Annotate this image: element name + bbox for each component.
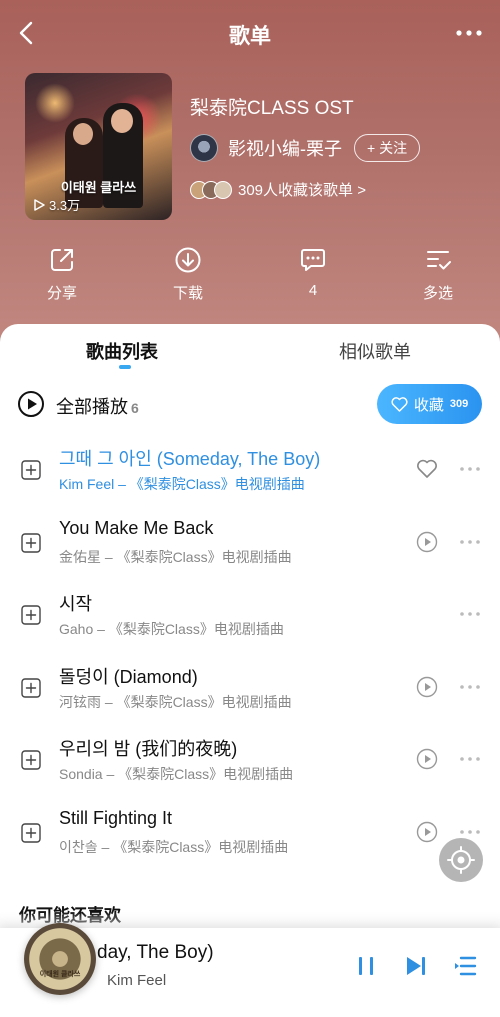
next-track-icon[interactable] — [404, 954, 428, 978]
song-subtitle: 河铉雨 – 《梨泰院Class》电视剧插曲 — [59, 693, 292, 710]
action-bar: 分享 下载 4 多选 — [0, 246, 500, 316]
play-count-value: 3.3万 — [49, 198, 81, 213]
mini-player[interactable]: 이태원 클라쓰 day, The Boy) Kim Feel — [0, 923, 500, 1017]
now-playing-artist: Kim Feel — [107, 972, 167, 989]
mv-play-icon[interactable] — [416, 531, 438, 553]
tab-similar-playlists[interactable]: 相似歌单 — [339, 338, 411, 364]
comment-count: 4 — [308, 282, 318, 299]
add-to-list-icon[interactable] — [21, 532, 41, 553]
collector-avatars — [190, 180, 232, 199]
now-playing-disc[interactable]: 이태원 클라쓰 — [24, 923, 96, 995]
add-to-list-icon[interactable] — [21, 678, 41, 698]
song-row[interactable]: 그때 그 아인 (Someday, The Boy) Kim Feel – 《梨泰… — [0, 434, 500, 498]
play-triangle-icon — [34, 198, 45, 211]
comment-button[interactable]: 4 — [273, 246, 353, 299]
heart-icon[interactable] — [416, 458, 438, 480]
add-to-list-icon[interactable] — [21, 605, 41, 625]
song-more-icon[interactable] — [458, 683, 482, 691]
song-count: 6 — [131, 400, 139, 416]
collectors-text: 309人收藏该歌单 > — [238, 182, 366, 199]
follow-button[interactable]: + 关注 — [354, 134, 421, 162]
heart-outline-icon — [391, 396, 408, 412]
song-row[interactable]: You Make Me Back 金佑星 – 《梨泰院Class》电视剧插曲 — [0, 507, 500, 571]
comment-icon — [301, 249, 325, 271]
creator-name[interactable]: 影视小编-栗子 — [228, 135, 342, 161]
add-to-list-icon[interactable] — [21, 460, 41, 480]
playlist-queue-icon[interactable] — [454, 954, 478, 978]
share-button[interactable]: 分享 — [22, 246, 102, 303]
play-all-row: 全部播放 6 收藏 309 — [0, 384, 500, 424]
multi-select-icon — [427, 251, 451, 270]
song-title: You Make Me Back — [59, 517, 214, 538]
collect-count: 309 — [449, 398, 469, 410]
song-row[interactable]: 돌덩이 (Diamond) 河铉雨 – 《梨泰院Class》电视剧插曲 — [0, 652, 500, 716]
song-more-icon[interactable] — [458, 538, 482, 546]
tab-song-list[interactable]: 歌曲列表 — [86, 338, 158, 364]
song-subtitle: Gaho – 《梨泰院Class》电视剧插曲 — [59, 621, 284, 638]
song-subtitle: Sondia – 《梨泰院Class》电视剧插曲 — [59, 766, 294, 783]
share-label: 分享 — [46, 285, 77, 302]
download-icon — [175, 247, 201, 273]
play-all-label: 全部播放 — [56, 397, 128, 417]
mv-play-icon[interactable] — [416, 676, 438, 698]
creator-avatar[interactable] — [190, 134, 218, 162]
mv-play-icon[interactable] — [416, 748, 438, 770]
playlist-cover[interactable]: 이태원 클라쓰 3.3万 — [25, 73, 172, 220]
now-playing-title: day, The Boy) — [97, 942, 214, 963]
play-all-button[interactable]: 全部播放 6 — [56, 393, 139, 419]
song-title: 돌덩이 (Diamond) — [59, 666, 198, 687]
collectors-row[interactable]: 309人收藏该歌单 > — [190, 179, 366, 200]
song-title: 그때 그 아인 (Someday, The Boy) — [59, 449, 321, 469]
tab-indicator — [119, 365, 131, 369]
song-row[interactable]: Still Fighting It 이찬솔 – 《梨泰院Class》电视剧插曲 — [0, 797, 500, 861]
song-more-icon[interactable] — [458, 755, 482, 763]
top-bar: 歌单 — [0, 0, 500, 70]
song-more-icon[interactable] — [458, 610, 482, 618]
cover-light — [35, 83, 75, 123]
disc-label: 이태원 클라쓰 — [39, 971, 81, 978]
download-button[interactable]: 下载 — [148, 246, 228, 303]
creator-row: 影视小编-栗子 + 关注 — [190, 134, 421, 162]
collector-avatar — [214, 180, 232, 199]
collect-button[interactable]: 收藏 309 — [377, 384, 482, 424]
page-title: 歌单 — [229, 25, 271, 48]
play-count: 3.3万 — [33, 195, 80, 214]
add-to-list-icon[interactable] — [21, 823, 41, 843]
add-to-list-icon[interactable] — [21, 750, 41, 771]
play-all-icon[interactable] — [17, 390, 45, 418]
song-title: 시작 — [59, 594, 93, 615]
cover-face — [111, 109, 133, 133]
song-title: 우리의 밤 (我们的夜晚) — [59, 739, 238, 760]
download-label: 下载 — [172, 285, 203, 302]
cover-face — [73, 123, 93, 145]
multi-select-button[interactable]: 多选 — [398, 246, 478, 303]
song-subtitle: 이찬솔 – 《梨泰院Class》电视剧插曲 — [59, 839, 289, 855]
song-title: Still Fighting It — [59, 808, 173, 828]
song-more-icon[interactable] — [458, 465, 482, 473]
back-arrow-icon[interactable] — [14, 20, 40, 46]
multi-select-label: 多选 — [422, 285, 453, 302]
song-more-icon[interactable] — [458, 828, 482, 836]
collect-label: 收藏 — [413, 396, 444, 414]
locate-current-song-button[interactable] — [439, 838, 483, 882]
pause-icon[interactable] — [354, 954, 378, 978]
share-icon — [51, 249, 73, 271]
song-row[interactable]: 시작 Gaho – 《梨泰院Class》电视剧插曲 — [0, 579, 500, 643]
mv-play-icon[interactable] — [416, 821, 438, 843]
more-options-icon[interactable] — [454, 22, 484, 44]
song-row[interactable]: 우리의 밤 (我们的夜晚) Sondia – 《梨泰院Class》电视剧插曲 — [0, 724, 500, 788]
cover-title: 이태원 클라쓰 — [60, 180, 137, 195]
locate-icon — [447, 846, 475, 874]
song-subtitle: Kim Feel – 《梨泰院Class》电视剧插曲 — [59, 476, 305, 492]
playlist-name: 梨泰院CLASS OST — [190, 98, 354, 119]
song-subtitle: 金佑星 – 《梨泰院Class》电视剧插曲 — [59, 548, 292, 565]
